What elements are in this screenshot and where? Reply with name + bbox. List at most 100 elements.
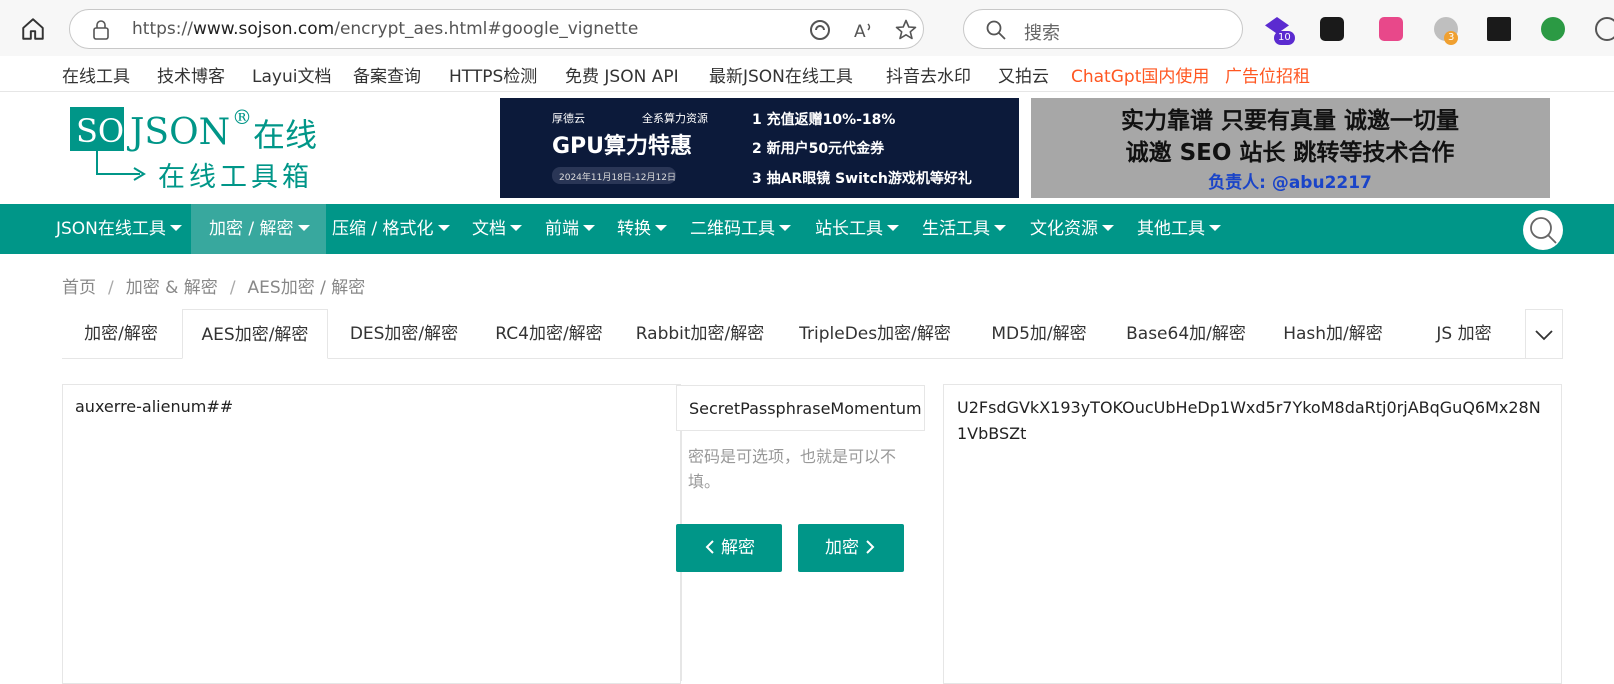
box-extension-icon[interactable] [1487, 17, 1511, 41]
nav-other-tools[interactable]: 其他工具 [1137, 204, 1221, 254]
extension-badge: 3 [1444, 31, 1459, 45]
tab-hash[interactable]: Hash加/解密 [1270, 309, 1396, 359]
password-input[interactable]: SecretPassphraseMomentum [676, 385, 925, 431]
nav-compress-format[interactable]: 压缩 / 格式化 [332, 204, 450, 254]
logo-subtitle: 在线工具箱 [158, 162, 313, 193]
tab-encrypt-decrypt[interactable]: 加密/解密 [62, 309, 180, 359]
nav-convert[interactable]: 转换 [617, 204, 667, 254]
banner1-date: 2024年11月18日-12月12日 [559, 171, 676, 183]
settings-gear-icon[interactable] [1595, 17, 1614, 41]
breadcrumb-separator: / [229, 278, 236, 298]
gpu-ad-banner[interactable]: 厚德云 全系算力资源 GPU算力特惠 2024年11月18日-12月12日 1 … [500, 98, 1019, 198]
logo-json: JSON [126, 112, 230, 153]
nav-docs[interactable]: 文档 [472, 204, 522, 254]
toplink-online-tools[interactable]: 在线工具 [62, 62, 130, 87]
encrypt-button[interactable]: 加密 [798, 524, 904, 572]
tab-des[interactable]: DES加密/解密 [334, 309, 474, 359]
caret-down-icon [297, 225, 310, 231]
globe-icon[interactable] [1541, 17, 1565, 41]
read-aloud-icon[interactable]: A [852, 18, 876, 42]
tab-rabbit[interactable]: Rabbit加密/解密 [628, 309, 772, 359]
caret-down-icon [437, 225, 450, 231]
tab-base64[interactable]: Base64加/解密 [1116, 309, 1256, 359]
refresh-icon[interactable] [808, 18, 832, 42]
seo-ad-banner[interactable]: 实力靠谱 只要有真量 诚邀一切量 诚邀 SEO 站长 跳转等技术合作 负责人: … [1031, 98, 1550, 198]
caret-down-icon [583, 225, 595, 231]
toplink-https-check[interactable]: HTTPS检测 [449, 62, 537, 87]
toplink-free-json-api[interactable]: 免费 JSON API [565, 62, 679, 87]
caret-down-icon [1209, 225, 1221, 231]
nav-webmaster-tools[interactable]: 站长工具 [815, 204, 899, 254]
toplink-layui-docs[interactable]: Layui文档 [252, 62, 331, 87]
caret-down-icon [779, 225, 791, 231]
url-text[interactable]: https://www.sojson.com/encrypt_aes.html#… [132, 19, 638, 39]
toplink-douyin-watermark[interactable]: 抖音去水印 [886, 62, 971, 87]
decrypt-label: 解密 [721, 538, 755, 558]
tab-rc4[interactable]: RC4加密/解密 [484, 309, 614, 359]
toplink-chatgpt[interactable]: ChatGpt国内使用 [1071, 62, 1209, 87]
banner2-line3: 负责人: @abu2217 [1208, 172, 1372, 193]
banner1-point: 3 抽AR眼镜 Switch游戏机等好礼 [752, 170, 972, 187]
cipher-tabs: 加密/解密 AES加密/解密 DES加密/解密 RC4加密/解密 Rabbit加… [62, 309, 1562, 359]
ciphertext-value: U2FsdGVkX193yTOKOucUbHeDp1Wxd5r7YkoM8daR… [957, 398, 1541, 443]
nav-qrcode-tools[interactable]: 二维码工具 [690, 204, 791, 254]
sojson-logo[interactable]: SO JSON ® 在线 在线工具箱 [70, 102, 335, 197]
home-icon[interactable] [20, 16, 46, 42]
nav-encrypt-decrypt[interactable]: 加密 / 解密 [191, 204, 326, 254]
nav-label: 站长工具 [815, 219, 883, 239]
logo-registered: ® [232, 105, 252, 129]
lock-icon[interactable] [92, 20, 110, 40]
toplink-ad-space[interactable]: 广告位招租 [1225, 62, 1310, 87]
caret-down-icon [655, 225, 667, 231]
tab-js-encrypt[interactable]: JS 加密 [1414, 309, 1514, 359]
nav-label: JSON在线工具 [56, 219, 166, 239]
caret-down-icon [510, 225, 522, 231]
svg-text:A: A [854, 22, 866, 42]
chevron-down-icon [1535, 330, 1553, 341]
nav-label: 前端 [545, 219, 579, 239]
tab-md5[interactable]: MD5加/解密 [976, 309, 1102, 359]
toplink-tech-blog[interactable]: 技术博客 [157, 62, 225, 87]
nav-culture-resources[interactable]: 文化资源 [1030, 204, 1114, 254]
breadcrumb-home[interactable]: 首页 [62, 278, 96, 298]
caret-down-icon [994, 225, 1006, 231]
nav-label: 压缩 / 格式化 [332, 219, 434, 239]
banner1-tag: 全系算力资源 [642, 111, 708, 125]
nav-label: 其他工具 [1137, 219, 1205, 239]
nav-json-tools[interactable]: JSON在线工具 [56, 204, 182, 254]
ciphertext-textarea[interactable]: U2FsdGVkX193yTOKOucUbHeDp1Wxd5r7YkoM8daR… [943, 384, 1562, 684]
plaintext-textarea[interactable]: auxerre-alienum## [62, 384, 681, 684]
tab-tripledes[interactable]: TripleDes加密/解密 [790, 309, 960, 359]
toplink-latest-json-tools[interactable]: 最新JSON在线工具 [709, 62, 853, 87]
toplink-icp-lookup[interactable]: 备案查询 [353, 62, 421, 87]
nav-frontend[interactable]: 前端 [545, 204, 595, 254]
tabs-more-button[interactable] [1525, 309, 1563, 359]
encrypt-label: 加密 [825, 538, 859, 558]
nav-label: 转换 [617, 219, 651, 239]
caret-down-icon [887, 225, 899, 231]
nav-label: 文档 [472, 219, 506, 239]
tab-aes[interactable]: AES加密/解密 [182, 309, 328, 359]
browser-search-box[interactable]: 搜索 [963, 9, 1243, 49]
favorite-star-icon[interactable] [894, 18, 918, 42]
game-controller-icon[interactable] [1320, 17, 1344, 41]
caret-down-icon [1102, 225, 1114, 231]
breadcrumb-separator: / [108, 278, 114, 298]
breadcrumb-encrypt-decrypt[interactable]: 加密 & 解密 [126, 278, 218, 298]
plaintext-value: auxerre-alienum## [75, 397, 234, 416]
nav-label: 二维码工具 [690, 219, 775, 239]
url-prefix: https:// [132, 19, 193, 39]
breadcrumb-current: AES加密 / 解密 [247, 278, 366, 298]
breadcrumb: 首页 / 加密 & 解密 / AES加密 / 解密 [62, 273, 365, 298]
search-icon [1530, 217, 1557, 244]
search-placeholder: 搜索 [1024, 23, 1060, 44]
decrypt-button[interactable]: 解密 [676, 524, 782, 572]
url-domain: www.sojson.com [192, 19, 335, 39]
nav-life-tools[interactable]: 生活工具 [922, 204, 1006, 254]
site-search-button[interactable] [1523, 210, 1563, 250]
address-bar[interactable]: https://www.sojson.com/encrypt_aes.html#… [69, 9, 924, 49]
translate-icon[interactable] [1379, 17, 1403, 41]
banner1-point: 2 新用户50元代金券 [752, 140, 885, 157]
toplink-upyun[interactable]: 又拍云 [998, 62, 1049, 87]
url-path: /encrypt_aes.html#google_vignette [334, 19, 639, 39]
